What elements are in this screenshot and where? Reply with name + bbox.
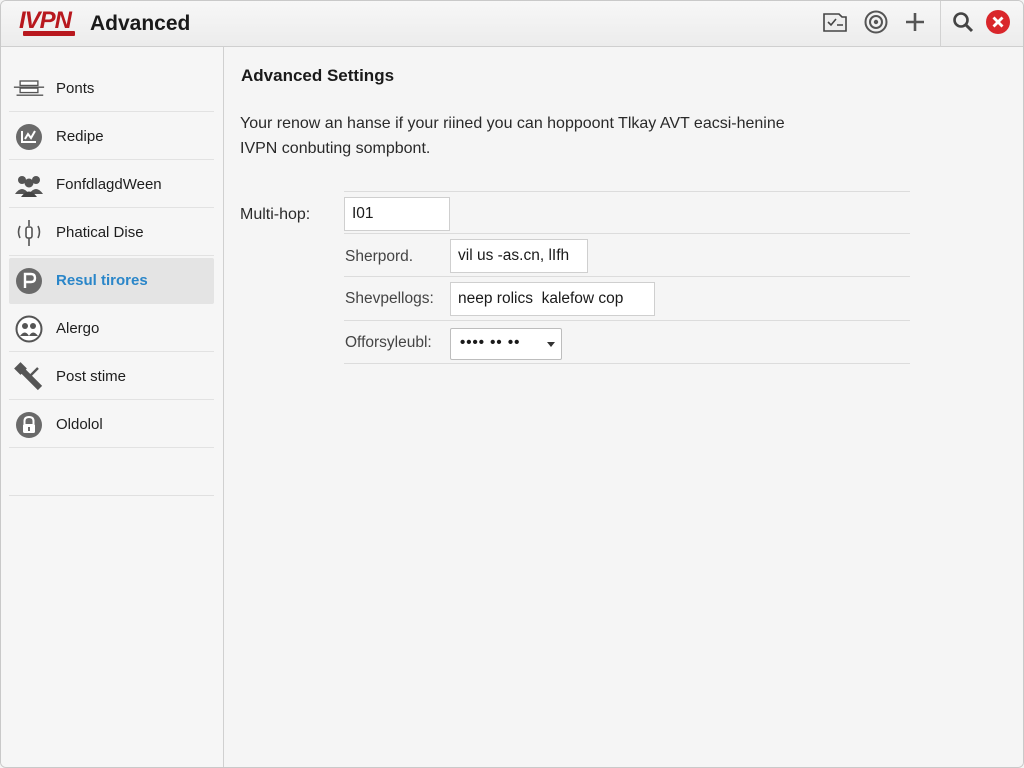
- sidebar-item-oldolol[interactable]: Oldolol: [9, 402, 214, 448]
- multihop-input[interactable]: [344, 197, 450, 231]
- description-line: IVPN conbuting sompbont.: [240, 140, 431, 157]
- sidebar-item-label: Resul tirores: [56, 272, 148, 289]
- sidebar-item-label: Ponts: [56, 80, 95, 97]
- target-icon: [863, 9, 889, 40]
- sidebar-item-alergo[interactable]: Alergo: [9, 306, 214, 352]
- plus-icon: [904, 11, 926, 38]
- sidebar-item-redipe[interactable]: Redipe: [9, 114, 214, 160]
- divider: [344, 320, 910, 321]
- target-button[interactable]: [860, 8, 892, 40]
- section-title: Advanced Settings: [241, 66, 395, 85]
- title-bar: IVPN Advanced: [1, 1, 1023, 47]
- sidebar-divider: [9, 495, 214, 496]
- add-button[interactable]: [899, 8, 931, 40]
- ports-icon: [13, 74, 45, 104]
- logo-underline: [23, 31, 75, 36]
- p-icon: [13, 266, 45, 296]
- sidebar-item-label: Phatical Dise: [56, 224, 144, 241]
- antenna-icon: [13, 218, 45, 248]
- divider: [344, 276, 910, 277]
- settings-panel: Advanced Settings Your renow an hanse if…: [225, 47, 1023, 767]
- sidebar-item-label: Post stime: [56, 368, 127, 385]
- close-button[interactable]: [982, 8, 1014, 40]
- sidebar-item-label: Alergo: [56, 320, 100, 337]
- chart-icon: [13, 122, 45, 152]
- sidebar-item-fonfdlagdween[interactable]: FonfdlagdWeen: [9, 162, 214, 208]
- sidebar-item-label: Redipe: [56, 128, 104, 145]
- ivpn-logo: IVPN: [17, 7, 79, 37]
- sidebar-item-ponts[interactable]: Ponts: [9, 66, 214, 112]
- select-value: •••• •• ••: [460, 334, 521, 351]
- sidebar: Ponts Redipe FonfdlagdWeen Phatical Dise…: [1, 47, 224, 767]
- offorsyleubl-select[interactable]: •••• •• ••: [450, 328, 562, 360]
- toolbar-divider: [940, 1, 941, 47]
- description-line: Your renow an hanse if your riined you c…: [240, 115, 785, 132]
- divider: [344, 233, 910, 234]
- sherpord-label: Sherpord.: [345, 248, 414, 265]
- close-icon: [985, 9, 1011, 40]
- sidebar-item-resul-tirores[interactable]: Resul tirores: [9, 258, 214, 304]
- shevpellogs-input[interactable]: [450, 282, 655, 316]
- sherpord-input[interactable]: [450, 239, 588, 273]
- sidebar-item-label: FonfdlagdWeen: [56, 176, 162, 193]
- tools-icon: [13, 362, 45, 392]
- sidebar-item-label: Oldolol: [56, 416, 103, 433]
- window-title: Advanced: [90, 12, 191, 35]
- app-window: IVPN Advanced Ponts Redipe FonfdlagdWeen…: [0, 0, 1024, 768]
- divider: [344, 191, 910, 192]
- people-icon: [13, 314, 45, 344]
- users-icon: [13, 170, 45, 200]
- multihop-label: Multi-hop:: [240, 206, 311, 223]
- description-text: Your renow an hanse if your riined you c…: [240, 111, 860, 161]
- search-icon: [951, 10, 975, 39]
- lock-icon: [13, 410, 45, 440]
- search-button[interactable]: [947, 8, 979, 40]
- inbox-icon: [821, 10, 849, 39]
- inbox-button[interactable]: [819, 8, 851, 40]
- chevron-down-icon: [547, 342, 555, 347]
- offorsyleubl-label: Offorsyleubl:: [345, 334, 432, 351]
- sidebar-item-post-stime[interactable]: Post stime: [9, 354, 214, 400]
- sidebar-item-phatical-dise[interactable]: Phatical Dise: [9, 210, 214, 256]
- shevpellogs-label: Shevpellogs:: [345, 290, 434, 307]
- divider: [344, 363, 910, 364]
